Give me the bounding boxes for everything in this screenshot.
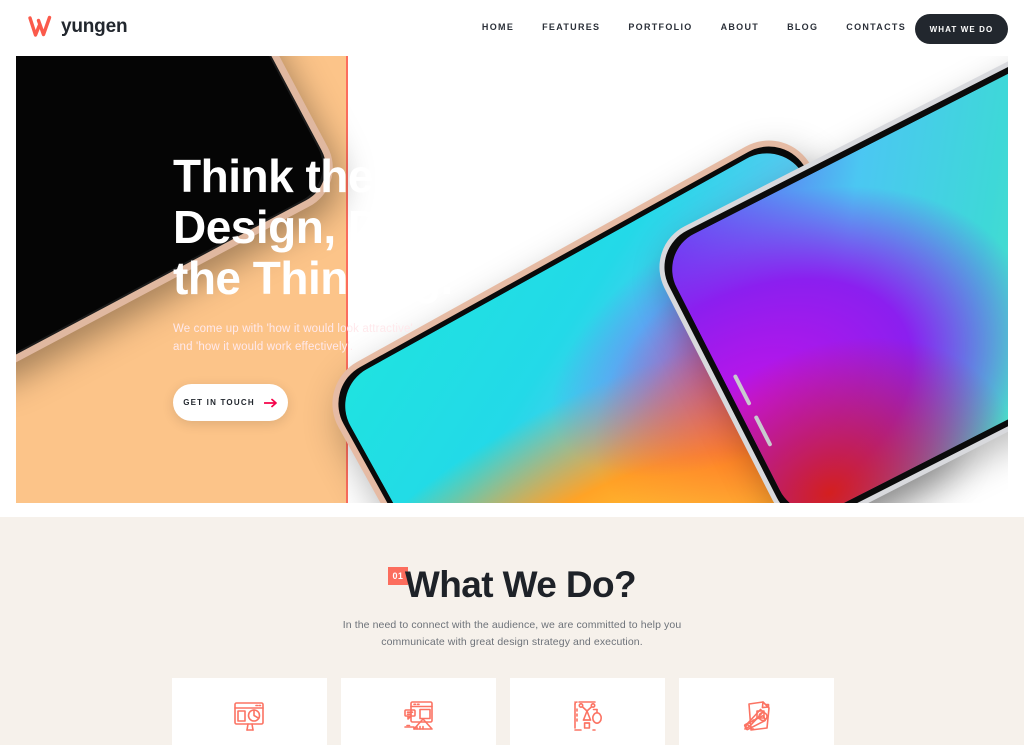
- service-card[interactable]: [341, 678, 496, 745]
- section-subtitle-line-2: communicate with great design strategy a…: [381, 636, 643, 648]
- hero-title: Think the Design, Design the Thinking.: [173, 151, 593, 304]
- web-design-ruler-icon: [403, 701, 433, 730]
- section-title-row: 01 What We Do?: [387, 564, 637, 605]
- nav-item-blog[interactable]: BLOG: [773, 22, 832, 32]
- logo-text: yungen: [61, 16, 128, 37]
- hero-copy: Think the Design, Design the Thinking. W…: [173, 151, 593, 421]
- hero-subtitle-line-1: We come up with 'how it would look attra…: [173, 323, 413, 335]
- nav-item-features[interactable]: FEATURES: [528, 22, 614, 32]
- get-in-touch-label: GET IN TOUCH: [183, 398, 255, 407]
- section-number-text: 01: [392, 571, 404, 581]
- section-subtitle: In the need to connect with the audience…: [0, 617, 1024, 651]
- hero-title-line-1: Think the: [173, 150, 373, 202]
- monitor-chart-icon: [233, 702, 264, 731]
- hero-title-line-3: the Thinking.: [173, 252, 453, 304]
- service-card[interactable]: [510, 678, 665, 745]
- service-card[interactable]: [679, 678, 834, 745]
- document-ruler-pencil-icon: [743, 701, 770, 731]
- nav-item-home[interactable]: HOME: [482, 22, 528, 32]
- hero-title-line-2: Design, Design: [173, 201, 499, 253]
- section-title: What We Do?: [404, 564, 637, 605]
- yungen-w-mark-icon: [28, 15, 52, 37]
- hero-section: Think the Design, Design the Thinking. W…: [16, 56, 1008, 503]
- hero-subtitle: We come up with 'how it would look attra…: [173, 320, 473, 356]
- arrow-right-icon: [263, 398, 277, 407]
- nav-item-about[interactable]: ABOUT: [707, 22, 774, 32]
- section-header: 01 What We Do? In the need to connect wi…: [0, 565, 1024, 651]
- pen-tool-icon: [573, 701, 602, 731]
- nav-item-contacts[interactable]: CONTACTS: [832, 22, 920, 32]
- get-in-touch-button[interactable]: GET IN TOUCH: [173, 384, 288, 421]
- what-we-do-button-label: WHAT WE DO: [929, 24, 994, 34]
- main-nav: HOME FEATURES PORTFOLIO ABOUT BLOG CONTA…: [482, 22, 920, 32]
- what-we-do-button[interactable]: WHAT WE DO: [915, 14, 1008, 44]
- hero-subtitle-line-2: and 'how it would work effectively'.: [173, 341, 354, 353]
- service-cards: [172, 678, 852, 745]
- logo[interactable]: yungen: [28, 14, 128, 40]
- service-card[interactable]: [172, 678, 327, 745]
- site-header: yungen HOME FEATURES PORTFOLIO ABOUT BLO…: [0, 0, 1024, 56]
- section-subtitle-line-1: In the need to connect with the audience…: [342, 619, 682, 631]
- what-we-do-section: 01 What We Do? In the need to connect wi…: [0, 517, 1024, 745]
- nav-item-portfolio[interactable]: PORTFOLIO: [614, 22, 706, 32]
